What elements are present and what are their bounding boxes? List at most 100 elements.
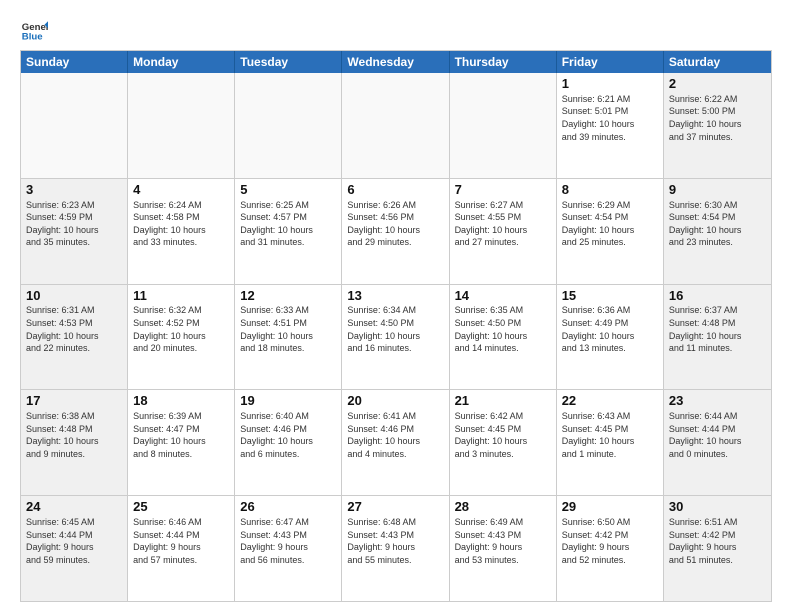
day-cell-5: 5Sunrise: 6:25 AM Sunset: 4:57 PM Daylig… bbox=[235, 179, 342, 284]
day-info: Sunrise: 6:48 AM Sunset: 4:43 PM Dayligh… bbox=[347, 516, 443, 566]
day-number: 17 bbox=[26, 393, 122, 410]
day-cell-30: 30Sunrise: 6:51 AM Sunset: 4:42 PM Dayli… bbox=[664, 496, 771, 601]
day-cell-12: 12Sunrise: 6:33 AM Sunset: 4:51 PM Dayli… bbox=[235, 285, 342, 390]
day-cell-4: 4Sunrise: 6:24 AM Sunset: 4:58 PM Daylig… bbox=[128, 179, 235, 284]
day-number: 27 bbox=[347, 499, 443, 516]
day-number: 16 bbox=[669, 288, 766, 305]
day-number: 15 bbox=[562, 288, 658, 305]
day-number: 21 bbox=[455, 393, 551, 410]
calendar-header: SundayMondayTuesdayWednesdayThursdayFrid… bbox=[21, 51, 771, 73]
day-number: 3 bbox=[26, 182, 122, 199]
day-cell-23: 23Sunrise: 6:44 AM Sunset: 4:44 PM Dayli… bbox=[664, 390, 771, 495]
day-cell-24: 24Sunrise: 6:45 AM Sunset: 4:44 PM Dayli… bbox=[21, 496, 128, 601]
day-number: 28 bbox=[455, 499, 551, 516]
empty-cell bbox=[342, 73, 449, 178]
weekday-header-sunday: Sunday bbox=[21, 51, 128, 73]
empty-cell bbox=[450, 73, 557, 178]
day-info: Sunrise: 6:37 AM Sunset: 4:48 PM Dayligh… bbox=[669, 304, 766, 354]
calendar-row-1: 1Sunrise: 6:21 AM Sunset: 5:01 PM Daylig… bbox=[21, 73, 771, 179]
day-cell-26: 26Sunrise: 6:47 AM Sunset: 4:43 PM Dayli… bbox=[235, 496, 342, 601]
day-info: Sunrise: 6:26 AM Sunset: 4:56 PM Dayligh… bbox=[347, 199, 443, 249]
day-number: 23 bbox=[669, 393, 766, 410]
day-info: Sunrise: 6:49 AM Sunset: 4:43 PM Dayligh… bbox=[455, 516, 551, 566]
day-number: 5 bbox=[240, 182, 336, 199]
day-number: 18 bbox=[133, 393, 229, 410]
day-number: 20 bbox=[347, 393, 443, 410]
day-info: Sunrise: 6:25 AM Sunset: 4:57 PM Dayligh… bbox=[240, 199, 336, 249]
logo-icon: General Blue bbox=[20, 16, 48, 44]
day-number: 22 bbox=[562, 393, 658, 410]
calendar-row-5: 24Sunrise: 6:45 AM Sunset: 4:44 PM Dayli… bbox=[21, 496, 771, 601]
day-info: Sunrise: 6:33 AM Sunset: 4:51 PM Dayligh… bbox=[240, 304, 336, 354]
day-number: 2 bbox=[669, 76, 766, 93]
header: General Blue bbox=[20, 16, 772, 44]
day-info: Sunrise: 6:47 AM Sunset: 4:43 PM Dayligh… bbox=[240, 516, 336, 566]
day-number: 11 bbox=[133, 288, 229, 305]
day-cell-8: 8Sunrise: 6:29 AM Sunset: 4:54 PM Daylig… bbox=[557, 179, 664, 284]
day-cell-1: 1Sunrise: 6:21 AM Sunset: 5:01 PM Daylig… bbox=[557, 73, 664, 178]
page: General Blue SundayMondayTuesdayWednesda… bbox=[0, 0, 792, 612]
day-info: Sunrise: 6:22 AM Sunset: 5:00 PM Dayligh… bbox=[669, 93, 766, 143]
day-info: Sunrise: 6:24 AM Sunset: 4:58 PM Dayligh… bbox=[133, 199, 229, 249]
day-number: 26 bbox=[240, 499, 336, 516]
day-number: 8 bbox=[562, 182, 658, 199]
day-cell-2: 2Sunrise: 6:22 AM Sunset: 5:00 PM Daylig… bbox=[664, 73, 771, 178]
day-info: Sunrise: 6:35 AM Sunset: 4:50 PM Dayligh… bbox=[455, 304, 551, 354]
day-cell-29: 29Sunrise: 6:50 AM Sunset: 4:42 PM Dayli… bbox=[557, 496, 664, 601]
day-cell-22: 22Sunrise: 6:43 AM Sunset: 4:45 PM Dayli… bbox=[557, 390, 664, 495]
day-number: 4 bbox=[133, 182, 229, 199]
day-number: 30 bbox=[669, 499, 766, 516]
day-info: Sunrise: 6:43 AM Sunset: 4:45 PM Dayligh… bbox=[562, 410, 658, 460]
weekday-header-wednesday: Wednesday bbox=[342, 51, 449, 73]
day-number: 29 bbox=[562, 499, 658, 516]
day-cell-25: 25Sunrise: 6:46 AM Sunset: 4:44 PM Dayli… bbox=[128, 496, 235, 601]
day-number: 6 bbox=[347, 182, 443, 199]
day-info: Sunrise: 6:34 AM Sunset: 4:50 PM Dayligh… bbox=[347, 304, 443, 354]
day-info: Sunrise: 6:40 AM Sunset: 4:46 PM Dayligh… bbox=[240, 410, 336, 460]
day-info: Sunrise: 6:23 AM Sunset: 4:59 PM Dayligh… bbox=[26, 199, 122, 249]
day-number: 19 bbox=[240, 393, 336, 410]
day-cell-20: 20Sunrise: 6:41 AM Sunset: 4:46 PM Dayli… bbox=[342, 390, 449, 495]
day-cell-14: 14Sunrise: 6:35 AM Sunset: 4:50 PM Dayli… bbox=[450, 285, 557, 390]
day-number: 9 bbox=[669, 182, 766, 199]
day-number: 12 bbox=[240, 288, 336, 305]
day-cell-27: 27Sunrise: 6:48 AM Sunset: 4:43 PM Dayli… bbox=[342, 496, 449, 601]
day-number: 24 bbox=[26, 499, 122, 516]
day-cell-21: 21Sunrise: 6:42 AM Sunset: 4:45 PM Dayli… bbox=[450, 390, 557, 495]
calendar-row-2: 3Sunrise: 6:23 AM Sunset: 4:59 PM Daylig… bbox=[21, 179, 771, 285]
day-info: Sunrise: 6:38 AM Sunset: 4:48 PM Dayligh… bbox=[26, 410, 122, 460]
day-number: 14 bbox=[455, 288, 551, 305]
weekday-header-monday: Monday bbox=[128, 51, 235, 73]
calendar: SundayMondayTuesdayWednesdayThursdayFrid… bbox=[20, 50, 772, 602]
calendar-row-4: 17Sunrise: 6:38 AM Sunset: 4:48 PM Dayli… bbox=[21, 390, 771, 496]
day-info: Sunrise: 6:41 AM Sunset: 4:46 PM Dayligh… bbox=[347, 410, 443, 460]
day-info: Sunrise: 6:36 AM Sunset: 4:49 PM Dayligh… bbox=[562, 304, 658, 354]
calendar-body: 1Sunrise: 6:21 AM Sunset: 5:01 PM Daylig… bbox=[21, 73, 771, 601]
day-info: Sunrise: 6:30 AM Sunset: 4:54 PM Dayligh… bbox=[669, 199, 766, 249]
weekday-header-tuesday: Tuesday bbox=[235, 51, 342, 73]
day-cell-13: 13Sunrise: 6:34 AM Sunset: 4:50 PM Dayli… bbox=[342, 285, 449, 390]
empty-cell bbox=[235, 73, 342, 178]
day-info: Sunrise: 6:44 AM Sunset: 4:44 PM Dayligh… bbox=[669, 410, 766, 460]
weekday-header-thursday: Thursday bbox=[450, 51, 557, 73]
day-cell-19: 19Sunrise: 6:40 AM Sunset: 4:46 PM Dayli… bbox=[235, 390, 342, 495]
day-info: Sunrise: 6:45 AM Sunset: 4:44 PM Dayligh… bbox=[26, 516, 122, 566]
day-cell-9: 9Sunrise: 6:30 AM Sunset: 4:54 PM Daylig… bbox=[664, 179, 771, 284]
day-cell-18: 18Sunrise: 6:39 AM Sunset: 4:47 PM Dayli… bbox=[128, 390, 235, 495]
empty-cell bbox=[128, 73, 235, 178]
day-info: Sunrise: 6:50 AM Sunset: 4:42 PM Dayligh… bbox=[562, 516, 658, 566]
day-number: 13 bbox=[347, 288, 443, 305]
day-info: Sunrise: 6:29 AM Sunset: 4:54 PM Dayligh… bbox=[562, 199, 658, 249]
day-info: Sunrise: 6:32 AM Sunset: 4:52 PM Dayligh… bbox=[133, 304, 229, 354]
day-info: Sunrise: 6:39 AM Sunset: 4:47 PM Dayligh… bbox=[133, 410, 229, 460]
day-number: 10 bbox=[26, 288, 122, 305]
day-cell-15: 15Sunrise: 6:36 AM Sunset: 4:49 PM Dayli… bbox=[557, 285, 664, 390]
day-cell-17: 17Sunrise: 6:38 AM Sunset: 4:48 PM Dayli… bbox=[21, 390, 128, 495]
day-cell-3: 3Sunrise: 6:23 AM Sunset: 4:59 PM Daylig… bbox=[21, 179, 128, 284]
day-info: Sunrise: 6:51 AM Sunset: 4:42 PM Dayligh… bbox=[669, 516, 766, 566]
day-number: 7 bbox=[455, 182, 551, 199]
day-info: Sunrise: 6:42 AM Sunset: 4:45 PM Dayligh… bbox=[455, 410, 551, 460]
day-cell-6: 6Sunrise: 6:26 AM Sunset: 4:56 PM Daylig… bbox=[342, 179, 449, 284]
day-info: Sunrise: 6:21 AM Sunset: 5:01 PM Dayligh… bbox=[562, 93, 658, 143]
day-number: 25 bbox=[133, 499, 229, 516]
